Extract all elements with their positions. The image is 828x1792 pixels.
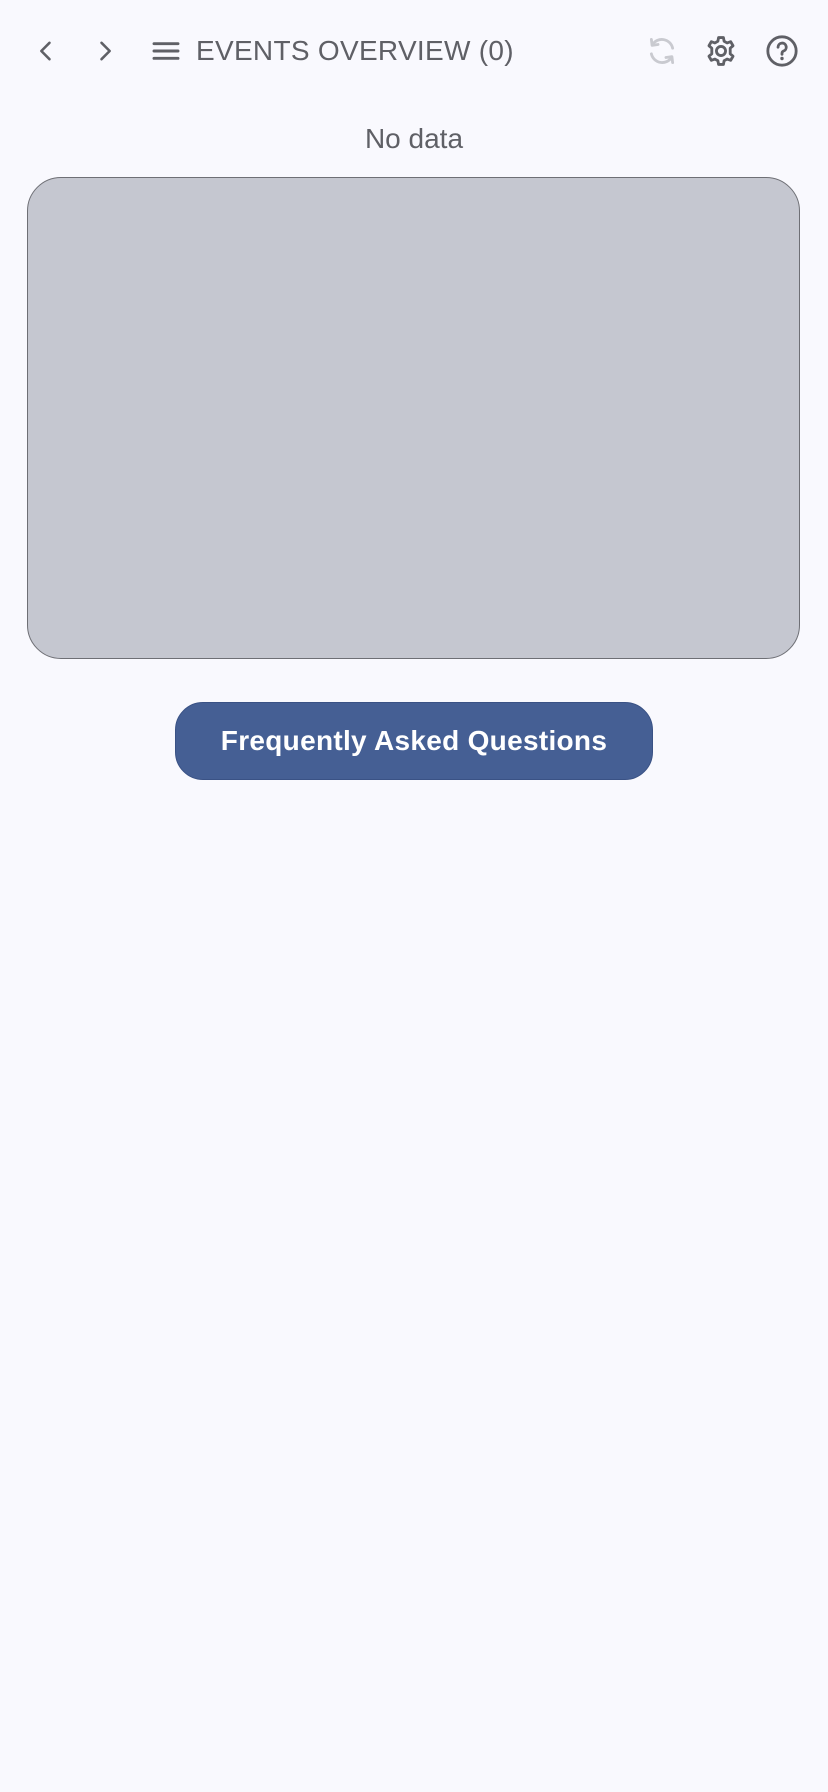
settings-button[interactable] [697, 27, 745, 75]
chevron-left-icon [40, 41, 51, 61]
refresh-icon [649, 37, 675, 65]
menu-button[interactable] [142, 27, 190, 75]
gear-icon [707, 36, 735, 66]
refresh-button[interactable] [638, 27, 686, 75]
chevron-right-icon [100, 41, 111, 61]
help-button[interactable] [758, 27, 806, 75]
page-title: EVENTS OVERVIEW (0) [196, 35, 514, 66]
chart-placeholder [27, 177, 800, 659]
back-button[interactable] [22, 27, 70, 75]
faq-button[interactable]: Frequently Asked Questions [175, 702, 653, 780]
empty-state-message: No data [364, 123, 464, 154]
forward-button[interactable] [81, 27, 129, 75]
top-app-bar: EVENTS OVERVIEW (0) [0, 0, 828, 104]
help-circle-icon [766, 35, 798, 67]
hamburger-menu-icon [152, 42, 180, 60]
